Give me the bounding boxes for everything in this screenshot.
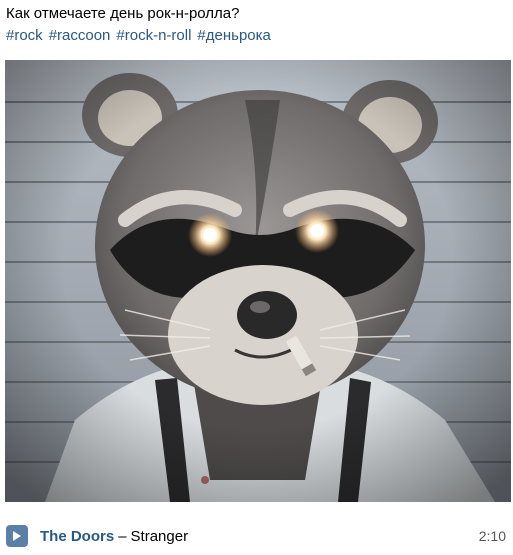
play-button[interactable] [6, 525, 28, 547]
audio-track[interactable]: The Doors – Stranger 2:10 [6, 520, 506, 552]
raccoon-photo-illustration [5, 60, 511, 502]
hashtag-link[interactable]: #rock-n-roll [116, 27, 191, 44]
hashtag-link[interactable]: #деньрока [197, 27, 270, 44]
post-caption: Как отмечаете день рок-н-ролла? #rock #ra… [6, 3, 511, 47]
play-icon [13, 531, 21, 541]
audio-duration: 2:10 [478, 528, 506, 544]
audio-artist-link[interactable]: The Doors [40, 528, 114, 545]
post-photo[interactable] [5, 60, 511, 502]
audio-title: Stranger [130, 527, 189, 545]
hashtag-list: #rock #raccoon #rock-n-roll #деньрока [6, 25, 511, 47]
post-text: Как отмечаете день рок-н-ролла? [6, 5, 240, 22]
hashtag-link[interactable]: #raccoon [49, 27, 111, 44]
audio-separator: – [118, 527, 127, 545]
hashtag-link[interactable]: #rock [6, 27, 43, 44]
